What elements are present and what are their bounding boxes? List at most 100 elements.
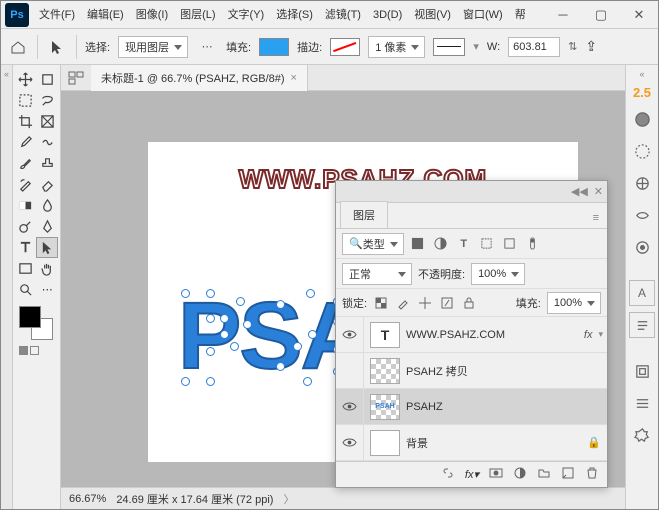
layer-row[interactable]: 背景 🔒 [336, 425, 607, 461]
menu-layer[interactable]: 图层(L) [174, 1, 221, 29]
stroke-style-dropdown[interactable] [433, 38, 465, 56]
menu-image[interactable]: 图像(I) [130, 1, 174, 29]
menu-select[interactable]: 选择(S) [270, 1, 319, 29]
frame-tool[interactable] [37, 111, 59, 132]
healing-tool[interactable] [37, 132, 59, 153]
minimize-button[interactable]: ─ [544, 1, 582, 29]
gradient-tool[interactable] [15, 195, 37, 216]
panel-close-icon[interactable]: ✕ [594, 185, 603, 198]
layer-name[interactable]: 背景 [406, 435, 587, 451]
menu-type[interactable]: 文字(Y) [222, 1, 271, 29]
filter-shape-icon[interactable] [478, 235, 496, 253]
stamp-tool[interactable] [37, 153, 59, 174]
menu-edit[interactable]: 编辑(E) [81, 1, 130, 29]
select-target-dropdown[interactable]: 现用图层 [118, 36, 188, 58]
menu-view[interactable]: 视图(V) [408, 1, 457, 29]
fill-opacity-input[interactable]: 100% [547, 292, 601, 314]
filter-smart-icon[interactable] [501, 235, 519, 253]
eraser-tool[interactable] [37, 174, 59, 195]
artboard-tool[interactable] [37, 69, 59, 90]
history-brush-tool[interactable] [15, 174, 37, 195]
lock-all-icon[interactable] [461, 295, 477, 311]
lock-pixels-icon[interactable] [395, 295, 411, 311]
group-layers-icon[interactable] [537, 466, 551, 483]
lasso-tool[interactable] [37, 90, 59, 111]
layers-panel-icon[interactable] [629, 234, 655, 260]
visibility-toggle[interactable] [336, 389, 364, 424]
paragraph-panel-icon[interactable] [629, 312, 655, 338]
delete-layer-icon[interactable] [585, 466, 599, 483]
color-swatches[interactable] [19, 306, 53, 340]
menu-3d[interactable]: 3D(D) [367, 1, 408, 29]
blend-mode-dropdown[interactable]: 正常 [342, 263, 412, 285]
filter-toggle[interactable] [524, 235, 542, 253]
layer-mask-icon[interactable] [489, 466, 503, 483]
panel-collapse-icon[interactable]: ◀◀ [571, 185, 588, 198]
fx-badge[interactable]: fx [584, 329, 593, 341]
rectangle-tool[interactable] [15, 258, 37, 279]
type-tool[interactable] [15, 237, 36, 258]
blur-tool[interactable] [37, 195, 59, 216]
foreground-color[interactable] [19, 306, 41, 328]
select-settings-icon[interactable]: ⋯ [196, 36, 218, 58]
visibility-toggle[interactable] [336, 425, 364, 460]
lock-artboard-icon[interactable] [439, 295, 455, 311]
menu-help[interactable]: 帮 [509, 1, 532, 29]
quickmask-toggle[interactable] [19, 346, 58, 355]
path-select-tool-icon[interactable] [46, 36, 68, 58]
dodge-tool[interactable] [15, 216, 37, 237]
opacity-input[interactable]: 100% [471, 263, 525, 285]
link-layers-icon[interactable] [441, 466, 455, 483]
filter-adjustment-icon[interactable] [432, 235, 450, 253]
hand-tool[interactable] [37, 258, 59, 279]
filter-pixel-icon[interactable] [409, 235, 427, 253]
layers-tab[interactable]: 图层 [340, 201, 388, 228]
home-icon[interactable] [7, 36, 29, 58]
collapse-right-icon[interactable]: « [639, 69, 644, 79]
menu-file[interactable]: 文件(F) [33, 1, 81, 29]
history-panel-icon[interactable] [629, 358, 655, 384]
width-input[interactable]: 603.81 [508, 37, 560, 57]
stroke-swatch[interactable] [330, 38, 360, 56]
document-tab[interactable]: 未标题-1 @ 66.7% (PSAHZ, RGB/8#) × [91, 65, 308, 91]
share-icon[interactable]: ⇪ [585, 38, 597, 55]
menu-window[interactable]: 窗口(W) [457, 1, 509, 29]
layer-name[interactable]: PSAHZ [406, 401, 607, 413]
visibility-toggle[interactable] [336, 353, 364, 388]
panel-menu-icon[interactable]: ≡ [585, 208, 607, 228]
brush-size-badge[interactable]: 2.5 [633, 85, 651, 100]
layer-row[interactable]: PSAHZ 拷贝 [336, 353, 607, 389]
adjustment-layer-icon[interactable] [513, 466, 527, 483]
crop-tool[interactable] [15, 111, 37, 132]
filter-type-layer-icon[interactable]: T [455, 235, 473, 253]
character-panel-icon[interactable]: A [629, 280, 655, 306]
collapse-left-icon[interactable]: « [4, 69, 9, 79]
brush-tool[interactable] [15, 153, 37, 174]
pen-tool[interactable] [37, 216, 59, 237]
layer-row[interactable]: PSAH PSAHZ [336, 389, 607, 425]
layer-name[interactable]: WWW.PSAHZ.COM [406, 329, 584, 341]
layers-panel[interactable]: ◀◀ ✕ 图层 ≡ 🔍 类型 T 正常 不透明度: 100% 锁定: 填充: 1… [335, 180, 608, 488]
edit-toolbar[interactable]: ⋯ [37, 279, 59, 300]
swatches-panel-icon[interactable] [629, 138, 655, 164]
zoom-tool[interactable] [15, 279, 37, 300]
close-tab-icon[interactable]: × [291, 72, 297, 84]
layer-style-icon[interactable]: fx▾ [465, 468, 479, 481]
lock-transparency-icon[interactable] [373, 295, 389, 311]
link-wh-icon[interactable]: ⇅ [568, 40, 577, 53]
panel-toggle-icon[interactable] [61, 71, 91, 85]
move-tool[interactable] [15, 69, 37, 90]
visibility-toggle[interactable] [336, 317, 364, 352]
actions-panel-icon[interactable] [629, 390, 655, 416]
new-layer-icon[interactable] [561, 466, 575, 483]
libraries-panel-icon[interactable] [629, 202, 655, 228]
lock-position-icon[interactable] [417, 295, 433, 311]
maximize-button[interactable]: ▢ [582, 1, 620, 29]
fill-swatch[interactable] [259, 38, 289, 56]
eyedropper-tool[interactable] [15, 132, 37, 153]
adjustments-panel-icon[interactable] [629, 170, 655, 196]
layer-row[interactable]: T WWW.PSAHZ.COM fx▾ [336, 317, 607, 353]
marquee-tool[interactable] [15, 90, 37, 111]
layer-name[interactable]: PSAHZ 拷贝 [406, 363, 607, 379]
filter-type-dropdown[interactable]: 🔍 类型 [342, 233, 404, 255]
